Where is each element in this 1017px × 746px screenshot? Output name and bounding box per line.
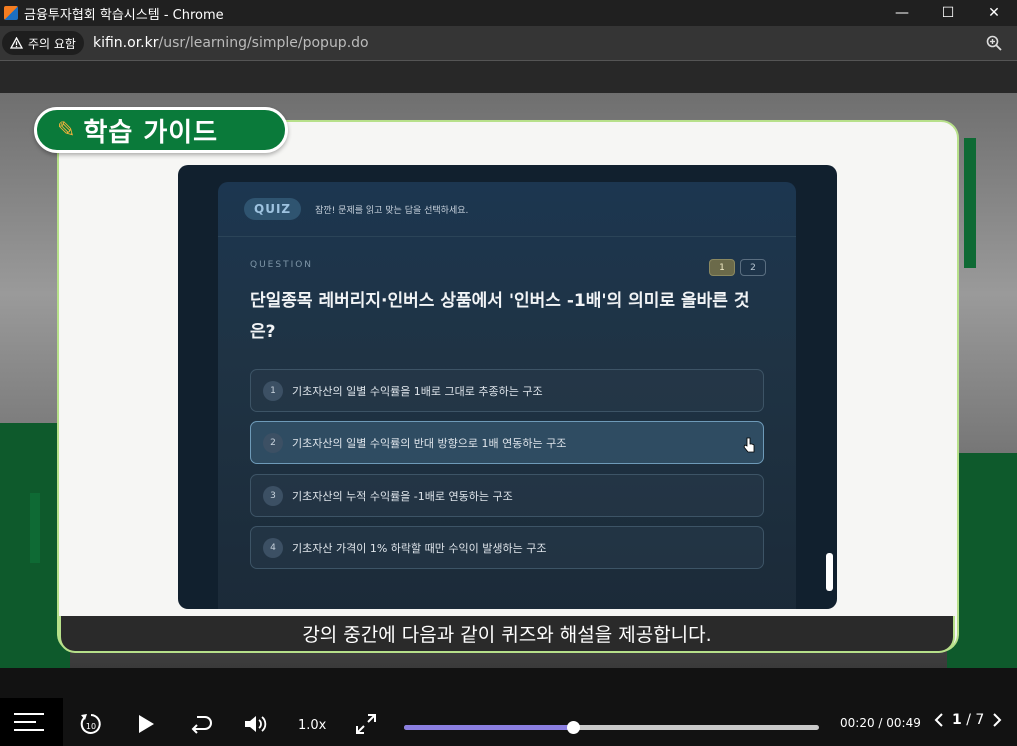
- answer-option-2[interactable]: 2 기초자산의 일별 수익률의 반대 방향으로 1배 연동하는 구조: [250, 421, 764, 464]
- play-icon[interactable]: [136, 713, 156, 735]
- progress-fill: [404, 725, 574, 730]
- maximize-button[interactable]: ☐: [925, 0, 971, 26]
- question-page-2[interactable]: 2: [740, 259, 766, 276]
- address-bar: 주의 요함 kifin.or.kr/usr/learning/simple/po…: [0, 26, 1017, 61]
- minimize-button[interactable]: —: [879, 0, 925, 26]
- page-top-strip: [0, 61, 1017, 93]
- question-label: QUESTION: [250, 260, 314, 270]
- guide-title-tag: ✎ 학습 가이드: [34, 107, 288, 153]
- subtitle-bar: 강의 중간에 다음과 같이 퀴즈와 해설을 제공합니다.: [59, 616, 955, 653]
- option-number: 3: [263, 485, 283, 506]
- question-text: 단일종목 레버리지·인버스 상품에서 '인버스 -1배'의 의미로 올바른 것은…: [250, 291, 750, 342]
- quiz-header: QUIZ 잠깐! 문제를 읽고 맞는 답을 선택하세요.: [218, 182, 796, 237]
- url-path: /usr/learning/simple/popup.do: [158, 35, 369, 51]
- app-logo-icon: [4, 6, 18, 20]
- page-total: 7: [975, 712, 985, 728]
- fullscreen-icon[interactable]: [355, 713, 377, 735]
- close-button[interactable]: ✕: [971, 0, 1017, 26]
- option-number: 4: [263, 537, 283, 558]
- url-field[interactable]: kifin.or.kr/usr/learning/simple/popup.do: [93, 35, 369, 51]
- video-frame[interactable]: ✎ 학습 가이드 QUIZ 잠깐! 문제를 읽고 맞는 답을 선택하세요. QU…: [0, 93, 1017, 668]
- menu-line: [14, 721, 36, 723]
- answer-option-1[interactable]: 1 기초자산의 일별 수익률을 1배로 그대로 추종하는 구조: [250, 369, 764, 412]
- duration: 00:49: [886, 716, 921, 730]
- quiz-card: QUIZ 잠깐! 문제를 읽고 맞는 답을 선택하세요. QUESTION 1 …: [218, 182, 796, 609]
- answer-option-3[interactable]: 3 기초자산의 누적 수익률을 -1배로 연동하는 구조: [250, 474, 764, 517]
- answer-option-4[interactable]: 4 기초자산 가격이 1% 하락할 때만 수익이 발생하는 구조: [250, 526, 764, 569]
- option-text: 기초자산 가격이 1% 하락할 때만 수익이 발생하는 구조: [292, 541, 547, 555]
- option-number: 1: [263, 380, 283, 401]
- current-time: 00:20: [840, 716, 875, 730]
- quiz-screenshot-frame: QUIZ 잠깐! 문제를 읽고 맞는 답을 선택하세요. QUESTION 1 …: [178, 165, 837, 609]
- background-candle: [30, 493, 40, 563]
- zoom-icon[interactable]: [985, 34, 1003, 52]
- volume-icon[interactable]: [243, 713, 269, 735]
- guide-title: 학습 가이드: [83, 117, 219, 148]
- window-titlebar: 금융투자협회 학습시스템 - Chrome — ☐ ✕: [0, 0, 1017, 26]
- progress-knob[interactable]: [567, 721, 581, 734]
- option-text: 기초자산의 누적 수익률을 -1배로 연동하는 구조: [292, 489, 513, 503]
- option-number: 2: [263, 432, 283, 453]
- progress-bar[interactable]: [404, 721, 819, 734]
- svg-text:10: 10: [86, 722, 96, 731]
- rewind-10-icon[interactable]: 10: [78, 711, 104, 737]
- option-text: 기초자산의 일별 수익률을 1배로 그대로 추종하는 구조: [292, 384, 543, 398]
- hand-cursor-icon: [743, 437, 755, 453]
- background-candle: [964, 138, 976, 268]
- menu-line: [14, 713, 44, 715]
- menu-line: [14, 729, 44, 731]
- chevron-right-icon[interactable]: [992, 712, 1002, 728]
- time-display: 00:20 / 00:49: [840, 716, 921, 730]
- repeat-icon[interactable]: [189, 713, 213, 735]
- page-separator: /: [961, 712, 976, 728]
- playlist-menu-button[interactable]: [0, 698, 63, 746]
- quiz-scrollbar[interactable]: [826, 553, 833, 591]
- quiz-hint: 잠깐! 문제를 읽고 맞는 답을 선택하세요.: [315, 205, 469, 216]
- url-host: kifin.or.kr: [92, 35, 159, 51]
- warning-icon: [10, 37, 23, 49]
- player-controls: 10 1.0x 00:20 / 00:49 1 / 7: [0, 668, 1017, 746]
- option-text: 기초자산의 일별 수익률의 반대 방향으로 1배 연동하는 구조: [292, 436, 567, 450]
- security-warning-chip[interactable]: 주의 요함: [2, 31, 84, 55]
- question-pager: 1 2: [709, 259, 766, 276]
- chevron-left-icon[interactable]: [934, 712, 944, 728]
- page-current: 1: [952, 712, 962, 728]
- question-page-1[interactable]: 1: [709, 259, 735, 276]
- window-controls: — ☐ ✕: [879, 0, 1017, 26]
- warning-label: 주의 요함: [28, 36, 76, 51]
- quiz-badge: QUIZ: [244, 198, 302, 220]
- window-title: 금융투자협회 학습시스템 - Chrome: [24, 7, 224, 23]
- page-navigator: 1 / 7: [934, 712, 1002, 728]
- playback-speed[interactable]: 1.0x: [298, 718, 326, 733]
- pencil-icon: ✎: [57, 117, 76, 143]
